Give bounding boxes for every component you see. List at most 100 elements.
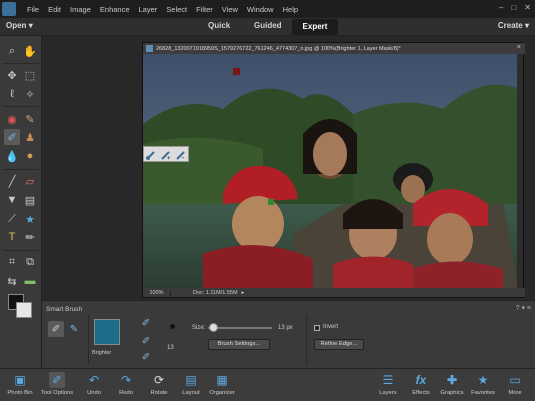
content-aware-move-tool-icon[interactable]: ⇆ xyxy=(4,273,20,289)
bottom-panel-bar: ▣ Photo Bin ✐ Tool Options ↶ Undo ↷ Redo… xyxy=(0,368,535,401)
subtract-from-selection-icon[interactable]: ✐ xyxy=(138,349,154,365)
menu-view[interactable]: View xyxy=(222,5,238,14)
tab-expert[interactable]: Expert xyxy=(292,19,338,35)
redo-icon: ↷ xyxy=(120,373,132,387)
zoom-level[interactable]: 100% xyxy=(143,289,171,296)
more-icon: ▭ xyxy=(509,373,521,387)
document-status-bar: 100% Doc: 1.11M/1.55M ▸ xyxy=(143,288,525,297)
smart-brush-mode-icon[interactable]: ✐ xyxy=(48,321,64,337)
toolbox-divider xyxy=(3,169,39,170)
help-icon[interactable]: ? ▾ ≡ xyxy=(516,304,531,312)
eyedropper-tool-icon[interactable]: ⟋ xyxy=(4,211,20,227)
redo-label: Redo xyxy=(119,390,133,396)
magic-wand-tool-icon[interactable]: ✧ xyxy=(22,86,38,102)
menu-file[interactable]: File xyxy=(27,5,39,14)
clone-stamp-tool-icon[interactable]: ♟ xyxy=(22,129,38,145)
detail-smart-brush-mode-icon[interactable]: ✎ xyxy=(66,321,82,337)
organizer-button[interactable]: ▦ Organizer xyxy=(202,372,242,396)
paint-bucket-tool-icon[interactable]: ▼ xyxy=(4,192,20,208)
brush-settings-button[interactable]: Brush Settings... xyxy=(208,339,270,350)
photo-bin-button[interactable]: ▣ Photo Bin xyxy=(0,372,40,396)
invert-checkbox[interactable] xyxy=(314,325,320,331)
help-label: ? xyxy=(515,305,520,312)
smart-brush-tool-icon[interactable]: ✐ xyxy=(4,129,20,145)
size-label: Size: xyxy=(192,325,206,331)
marquee-tool-icon[interactable]: ⬚ xyxy=(22,67,38,83)
menu-enhance[interactable]: Enhance xyxy=(100,5,130,14)
menu-window[interactable]: Window xyxy=(247,5,274,14)
sponge-tool-icon[interactable]: ● xyxy=(22,148,38,164)
toolbox-divider xyxy=(3,250,39,251)
undo-label: Undo xyxy=(87,390,101,396)
new-selection-icon[interactable]: ✐ xyxy=(138,315,154,331)
mode-bar: Open ▾ Quick Guided Expert Create ▾ xyxy=(0,18,535,36)
minimize-button[interactable]: – xyxy=(499,3,503,12)
menu-filter[interactable]: Filter xyxy=(196,5,213,14)
menu-edit[interactable]: Edit xyxy=(48,5,61,14)
toolbox: ⌕ ✋ ✥ ⬚ ℓ ✧ ◉ ✎ ✐ ♟ 💧 ● ╱ ▱ ▼ ▤ ⟋ ★ T ✏ … xyxy=(0,36,42,368)
document-tab[interactable]: 26828_1320071918959S_1579276722_761246_4… xyxy=(143,43,525,54)
maximize-button[interactable]: □ xyxy=(511,3,516,12)
invert-label: Invert xyxy=(323,324,339,330)
photo-canvas[interactable] xyxy=(143,54,519,290)
options-divider xyxy=(306,315,307,365)
eraser-tool-icon[interactable]: ▱ xyxy=(22,173,38,189)
brush-tool-icon[interactable]: ╱ xyxy=(4,173,20,189)
image-file-icon xyxy=(146,45,153,52)
svg-text:-: - xyxy=(182,155,185,161)
photo-bin-label: Photo Bin xyxy=(7,390,33,396)
brush-tip-icon[interactable] xyxy=(170,324,175,329)
move-tool-icon[interactable]: ✥ xyxy=(4,67,20,83)
size-slider-handle[interactable] xyxy=(209,323,219,332)
subtract-selection-brush-icon[interactable]: - xyxy=(175,148,187,162)
photo-image xyxy=(143,54,519,290)
close-document-button[interactable]: × xyxy=(517,44,521,51)
zoom-tool-icon[interactable]: ⌕ xyxy=(4,43,20,59)
menu-bar: File Edit Image Enhance Layer Select Fil… xyxy=(0,0,535,18)
straighten-tool-icon[interactable]: ▬ xyxy=(22,273,38,289)
crop-tool-icon[interactable]: ⌗ xyxy=(4,254,20,270)
menu-select[interactable]: Select xyxy=(166,5,187,14)
add-to-selection-icon[interactable]: ✐ xyxy=(138,333,154,349)
menu-help[interactable]: Help xyxy=(283,5,298,14)
effects-icon: fx xyxy=(415,373,427,387)
lasso-tool-icon[interactable]: ℓ xyxy=(4,86,20,102)
red-eye-tool-icon[interactable]: ◉ xyxy=(4,111,20,127)
doc-info: Doc: 1.11M/1.55M xyxy=(193,289,238,296)
open-button[interactable]: Open ▾ xyxy=(6,21,33,30)
add-selection-brush-icon[interactable]: + xyxy=(160,148,172,162)
vertical-scrollbar[interactable] xyxy=(517,54,523,290)
healing-brush-tool-icon[interactable]: ✎ xyxy=(22,111,38,127)
favorites-icon: ★ xyxy=(477,373,489,387)
toolbox-divider xyxy=(3,106,39,107)
chevron-right-icon[interactable]: ▸ xyxy=(242,290,245,296)
rotate-icon: ⟳ xyxy=(153,373,165,387)
type-tool-icon[interactable]: T xyxy=(4,229,20,245)
recompose-tool-icon[interactable]: ⧉ xyxy=(22,254,38,270)
smart-brush-floating-toolbar: + - xyxy=(143,146,189,162)
layout-label: Layout xyxy=(182,390,200,396)
more-button[interactable]: ▭ More xyxy=(495,372,535,396)
menu-layer[interactable]: Layer xyxy=(139,5,158,14)
photo-bin-icon: ▣ xyxy=(14,373,26,387)
app-logo-icon xyxy=(0,0,18,18)
hand-tool-icon[interactable]: ✋ xyxy=(22,43,38,59)
refine-edge-button[interactable]: Refine Edge... xyxy=(314,339,364,350)
new-selection-brush-icon[interactable] xyxy=(145,148,157,160)
close-window-button[interactable]: ✕ xyxy=(524,3,531,12)
tab-guided[interactable]: Guided xyxy=(254,21,282,30)
blur-tool-icon[interactable]: 💧 xyxy=(4,148,20,164)
svg-text:+: + xyxy=(167,156,171,161)
menu-image[interactable]: Image xyxy=(70,5,91,14)
custom-shape-tool-icon[interactable]: ★ xyxy=(22,211,38,227)
background-color-swatch[interactable] xyxy=(16,302,32,318)
tool-options-panel: Smart Brush ? ▾ ≡ ✐ ✎ Brighter ✐ ✐ ✐ 13 … xyxy=(42,300,535,368)
open-label: Open xyxy=(6,21,27,30)
tool-options-button[interactable]: ✐ Tool Options xyxy=(37,372,77,396)
brighter-preset-thumbnail[interactable] xyxy=(94,319,120,345)
tab-quick[interactable]: Quick xyxy=(208,21,230,30)
pencil-tool-icon[interactable]: ✏ xyxy=(22,229,38,245)
create-label: Create xyxy=(497,21,523,30)
create-button[interactable]: Create ▾ xyxy=(498,21,529,30)
gradient-tool-icon[interactable]: ▤ xyxy=(22,192,38,208)
